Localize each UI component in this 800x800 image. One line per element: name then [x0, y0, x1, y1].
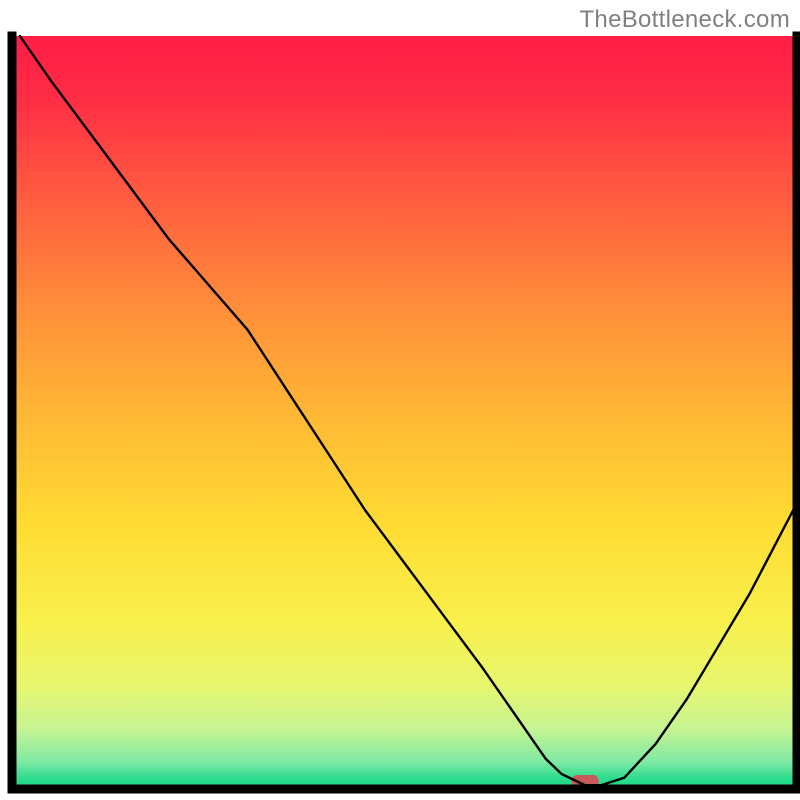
chart-container: TheBottleneck.com: [0, 0, 800, 800]
watermark-text: TheBottleneck.com: [579, 6, 790, 34]
bottleneck-chart: [0, 0, 800, 800]
plot-background: [12, 36, 797, 789]
